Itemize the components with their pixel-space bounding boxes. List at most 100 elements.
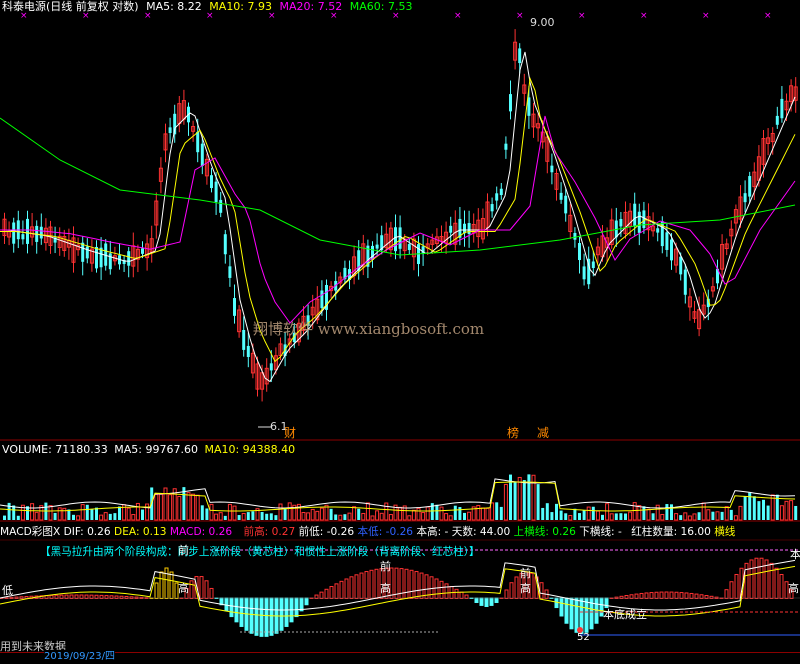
ranking-badge[interactable]: 榜 [507, 426, 519, 440]
volume-bar [283, 508, 287, 520]
candle-body-down [223, 234, 227, 255]
macd-bar [229, 597, 234, 618]
volume-bar [660, 513, 665, 521]
reduction-badge[interactable]: 减 [537, 426, 549, 440]
macd-bar [474, 597, 479, 603]
macd-bar [324, 588, 329, 599]
top-marker: × [516, 11, 524, 21]
macd-high-marker-4: 高 [788, 582, 799, 595]
macd-bar [169, 571, 174, 599]
volume-bar [251, 511, 255, 520]
candle-body-down [95, 246, 98, 269]
volume-bar [582, 510, 586, 520]
volume-bar [646, 508, 651, 521]
volume-bar [738, 505, 743, 521]
candle-body-down [509, 94, 512, 112]
volume-bar [711, 511, 715, 520]
red-bar-count-label: 红柱数量: 16.00 [631, 526, 711, 538]
volume-bar [435, 504, 439, 520]
volume-bar [550, 512, 554, 520]
volume-bar [246, 512, 250, 520]
candle-body-down [564, 195, 568, 214]
volume-bar [670, 504, 673, 520]
volume-bar [384, 502, 389, 521]
cursor-date: 2019/09/23/四 [44, 650, 116, 664]
macd-bar [594, 597, 599, 624]
macd-description: 【黑马拉升由两个阶段构成：同步上涨阶段（黄芯柱）和惯性上涨阶段（背离阶段、红芯柱… [40, 546, 480, 558]
macd-high-marker-1: 高 [178, 582, 189, 595]
volume-bar [163, 487, 168, 521]
volume-bar [388, 514, 393, 521]
volume-bar [357, 508, 361, 520]
ma10-line [0, 76, 796, 363]
macd-bar [484, 597, 489, 607]
macd-bar [419, 572, 424, 599]
volume-bar [370, 515, 375, 521]
volume-bar [651, 513, 655, 520]
macd-bar [559, 597, 564, 617]
macd-bar [769, 562, 774, 600]
volume-bar [757, 501, 761, 520]
macd-current-marker: 本 [790, 548, 800, 561]
candle-body-down [467, 223, 471, 234]
volume-bar [458, 507, 462, 520]
volume-bar [343, 514, 347, 520]
top-marker: × [640, 11, 648, 21]
high-price-label: 9.00 [530, 16, 555, 29]
candle-body-down [550, 165, 554, 173]
macd-bar [364, 571, 369, 599]
volume-bar [62, 507, 67, 521]
volume-bar [7, 502, 11, 520]
volume-bar [85, 504, 89, 520]
volume-bar [186, 492, 191, 521]
volume-bar [145, 503, 150, 521]
volume-bar [287, 502, 292, 521]
macd-bar [359, 572, 364, 599]
candle-body-down [780, 98, 784, 119]
macd-bar [669, 591, 674, 600]
volume-bar [67, 509, 71, 520]
volume-bar [444, 513, 449, 521]
candle-body-down [246, 345, 250, 358]
watermark: 翔博软件 www.xiangbosoft.com [253, 320, 485, 338]
candle-body-down [398, 227, 402, 249]
macd-value-label: MACD: 0.26 [169, 526, 233, 538]
volume-bar [375, 510, 380, 521]
macd-bar [344, 578, 349, 599]
volume-bar [568, 515, 573, 521]
macd-bar [294, 597, 299, 618]
bottom-confirmed-label: 本底成立 [603, 608, 647, 621]
top-marker: × [454, 11, 462, 21]
candle-body-down [578, 243, 581, 261]
volume-bar [715, 511, 720, 521]
macd-high-marker-3: 高 [520, 582, 531, 595]
volume-bar [591, 506, 595, 520]
candle-body-down [495, 193, 499, 201]
macd-bar [154, 582, 159, 599]
volume-bar [733, 515, 738, 521]
volume-bar [158, 493, 163, 521]
financial-badge[interactable]: 财 [284, 426, 296, 440]
macd-bar [654, 591, 659, 599]
macd-bar [224, 597, 229, 612]
volume-bar [113, 513, 117, 520]
volume-bar [227, 503, 232, 521]
macd-bar [254, 597, 259, 636]
candle-body-down [141, 248, 144, 254]
top-marker: × [702, 11, 710, 21]
volume-bar [467, 511, 472, 521]
volume-bar [729, 509, 733, 520]
volume-bar [706, 509, 711, 521]
macd-bar [354, 574, 359, 600]
volume-bar [490, 502, 495, 521]
macd-bar [689, 592, 694, 600]
macd-bar [334, 583, 339, 599]
macd-bar [399, 568, 404, 599]
volume-bar [72, 514, 75, 520]
macd-bar [409, 569, 414, 600]
volume-bar [99, 514, 104, 521]
volume-bar [3, 515, 6, 520]
volume-bar [260, 512, 264, 520]
volume-bar [794, 505, 798, 520]
volume-bar [632, 502, 637, 521]
